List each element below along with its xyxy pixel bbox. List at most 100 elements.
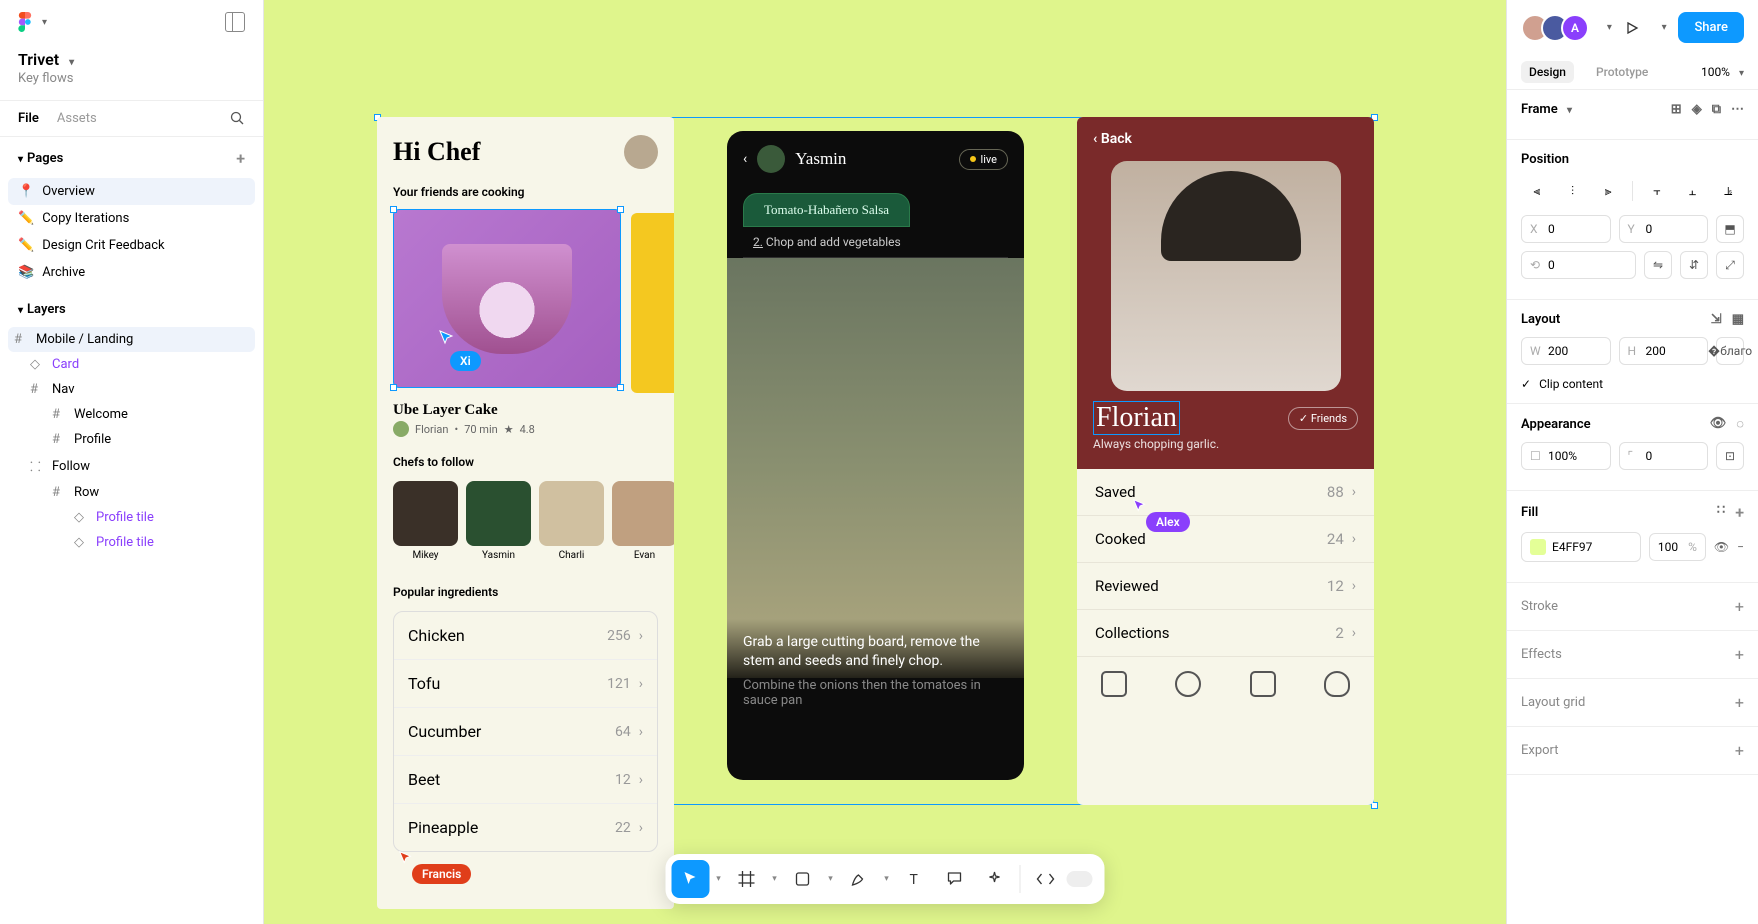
width-input[interactable]: W200 xyxy=(1521,337,1611,365)
stroke-section[interactable]: Stroke+ xyxy=(1507,583,1758,631)
document-title-block[interactable]: Trivet ▾ Key flows xyxy=(0,44,263,100)
chevron-down-icon[interactable]: ▾ xyxy=(1607,22,1612,33)
tab-file[interactable]: File xyxy=(18,111,39,126)
tab-prototype[interactable]: Prototype xyxy=(1588,61,1656,83)
absolute-position-icon[interactable]: ⬒ xyxy=(1716,215,1744,243)
dev-mode-toggle[interactable] xyxy=(1027,860,1065,898)
name-row: Florian ✓ Friends xyxy=(1093,401,1358,435)
visibility-icon[interactable]: 👁 xyxy=(1714,540,1729,554)
layer-item[interactable]: ◇Profile tile xyxy=(8,530,255,555)
auto-layout-icon[interactable]: ⇲ xyxy=(1711,312,1722,327)
y-value: 0 xyxy=(1646,222,1653,236)
add-export-button[interactable]: + xyxy=(1735,741,1744,760)
artboard-landing[interactable]: Hi Chef Your friends are cooking Xi Ube … xyxy=(377,117,674,909)
selection-handle[interactable] xyxy=(617,384,624,391)
layers-header[interactable]: ▾Layers xyxy=(0,290,263,323)
align-bottom-icon[interactable]: ⫡ xyxy=(1712,177,1744,205)
panel-toggle-button[interactable] xyxy=(225,12,245,32)
flip-h-icon[interactable]: ⇋ xyxy=(1644,251,1672,279)
collaborator-avatars[interactable]: A xyxy=(1521,14,1589,42)
chevron-down-icon[interactable]: ▾ xyxy=(1567,105,1572,116)
effects-section[interactable]: Effects+ xyxy=(1507,631,1758,679)
more-icon[interactable]: ⋯ xyxy=(1731,102,1744,117)
blend-icon[interactable]: ◌ xyxy=(1736,416,1744,432)
align-vcenter-icon[interactable]: ⫠ xyxy=(1677,177,1709,205)
add-grid-button[interactable]: + xyxy=(1735,693,1744,712)
y-input[interactable]: Y0 xyxy=(1619,215,1709,243)
tab-assets[interactable]: Assets xyxy=(57,111,97,126)
zoom-dropdown[interactable]: 100% ▾ xyxy=(1701,65,1744,79)
layer-item[interactable]: #Mobile / Landing xyxy=(8,327,255,352)
clip-content-row[interactable]: ✓ Clip content xyxy=(1521,373,1744,391)
tool-chevron[interactable]: ▾ xyxy=(880,874,894,884)
page-item[interactable]: 📚Archive xyxy=(8,259,255,286)
layer-item[interactable]: ◇Card xyxy=(8,352,255,377)
frame-tool[interactable] xyxy=(728,860,766,898)
present-button[interactable] xyxy=(1624,20,1644,36)
stat-label: Collections xyxy=(1095,624,1170,642)
cursor-label-francis: Francis xyxy=(412,864,471,884)
rectangle-tool[interactable] xyxy=(784,860,822,898)
canvas[interactable]: Hi Chef Your friends are cooking Xi Ube … xyxy=(264,0,1506,924)
add-fill-button[interactable]: + xyxy=(1735,503,1744,522)
figma-menu[interactable]: ▾ xyxy=(18,13,47,31)
layer-item[interactable]: ◇Profile tile xyxy=(8,505,255,530)
align-hcenter-icon[interactable]: ⫶ xyxy=(1557,177,1589,205)
layout-grid-section[interactable]: Layout grid+ xyxy=(1507,679,1758,727)
more-transform-icon[interactable]: ⤢ xyxy=(1716,251,1744,279)
add-page-button[interactable]: + xyxy=(236,149,245,168)
chevron-down-icon[interactable]: ▾ xyxy=(1662,22,1667,33)
flip-v-icon[interactable]: ⇵ xyxy=(1680,251,1708,279)
layer-item[interactable]: ⸬Follow xyxy=(8,452,255,480)
export-section[interactable]: Export+ xyxy=(1507,727,1758,775)
layer-item[interactable]: #Profile xyxy=(8,427,255,452)
selection-handle[interactable] xyxy=(617,206,624,213)
layout-grid-icon[interactable]: ▦ xyxy=(1732,312,1744,327)
page-item[interactable]: ✏️Design Crit Feedback xyxy=(8,232,255,259)
opacity-input[interactable]: ☐100% xyxy=(1521,442,1611,470)
styles-icon[interactable]: ∷ xyxy=(1717,503,1725,522)
visibility-icon[interactable]: 👁 xyxy=(1710,416,1727,432)
tool-chevron[interactable]: ▾ xyxy=(824,874,838,884)
align-right-icon[interactable]: ⫸ xyxy=(1592,177,1624,205)
search-icon[interactable] xyxy=(230,111,245,126)
rotation-input[interactable]: ⟲0 xyxy=(1521,251,1636,279)
align-tidy-icon[interactable]: ⊞ xyxy=(1671,102,1682,117)
move-tool[interactable] xyxy=(672,860,710,898)
layer-item[interactable]: #Row xyxy=(8,480,255,505)
component-icon[interactable]: ◈ xyxy=(1692,102,1702,117)
copy-icon[interactable]: ⧉ xyxy=(1712,102,1721,117)
comment-tool[interactable] xyxy=(936,860,974,898)
x-input[interactable]: X0 xyxy=(1521,215,1611,243)
selection-handle[interactable] xyxy=(390,206,397,213)
constrain-icon[interactable]: �благо xyxy=(1716,337,1744,365)
pages-header[interactable]: ▾Pages + xyxy=(0,137,263,174)
pen-tool[interactable] xyxy=(840,860,878,898)
corner-details-icon[interactable]: ⊡ xyxy=(1716,442,1744,470)
fill-color-input[interactable]: E4FF97 xyxy=(1521,532,1641,562)
page-item[interactable]: ✏️Copy Iterations xyxy=(8,205,255,232)
tool-chevron[interactable]: ▾ xyxy=(712,874,726,884)
layer-item[interactable]: #Welcome xyxy=(8,402,255,427)
page-item[interactable]: 📍Overview xyxy=(8,178,255,205)
tab-design[interactable]: Design xyxy=(1521,61,1574,83)
height-input[interactable]: H200 xyxy=(1619,337,1709,365)
fill-opacity-input[interactable]: 100% xyxy=(1649,533,1706,561)
tool-chevron[interactable]: ▾ xyxy=(768,874,782,884)
add-effect-button[interactable]: + xyxy=(1735,645,1744,664)
remove-fill-button[interactable]: − xyxy=(1737,540,1744,554)
align-left-icon[interactable]: ⫷ xyxy=(1521,177,1553,205)
selection-handle[interactable] xyxy=(390,384,397,391)
layer-item[interactable]: #Nav xyxy=(8,377,255,402)
dev-mode-switch[interactable] xyxy=(1067,871,1093,887)
artboard-live[interactable]: ‹ Yasmin live Tomato-Habañero Salsa 2. C… xyxy=(727,131,1024,780)
share-button[interactable]: Share xyxy=(1678,12,1744,43)
artboard-profile[interactable]: ‹ Back Florian ✓ Friends Always chopping… xyxy=(1077,117,1374,805)
actions-tool[interactable] xyxy=(976,860,1014,898)
text-tool[interactable]: T xyxy=(896,860,934,898)
corner-radius-input[interactable]: ⌜0 xyxy=(1619,442,1709,470)
add-stroke-button[interactable]: + xyxy=(1735,597,1744,616)
author-avatar xyxy=(393,421,409,437)
align-top-icon[interactable]: ⫟ xyxy=(1641,177,1673,205)
recipe-card-selected[interactable]: Xi xyxy=(393,209,621,388)
